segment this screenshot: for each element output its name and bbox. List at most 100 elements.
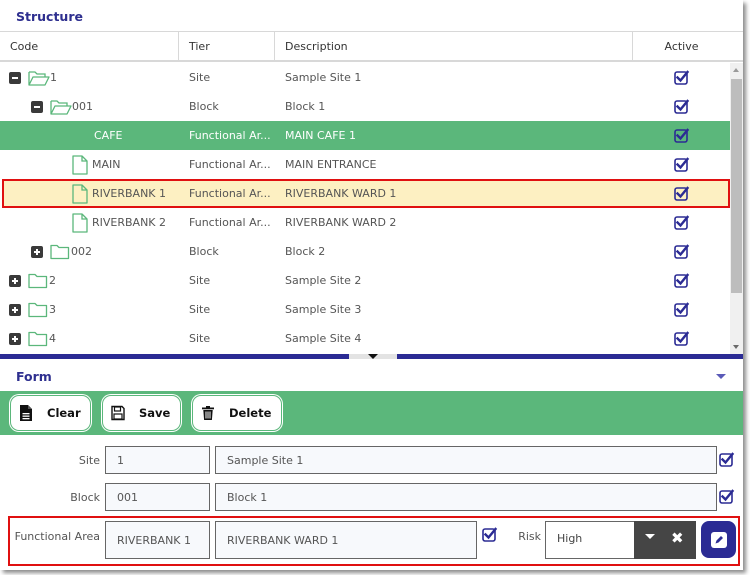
active-checkbox[interactable] <box>673 157 690 172</box>
folder-open-icon <box>50 99 72 115</box>
functional-area-code-input[interactable] <box>105 521 210 559</box>
save-button[interactable]: Save <box>103 396 180 430</box>
collapse-minus-icon[interactable] <box>9 71 21 84</box>
tree-row[interactable]: RIVERBANK 1 Functional Ar... RIVERBANK WAR… <box>2 179 730 208</box>
column-header-tier[interactable]: Tier <box>179 32 275 60</box>
pencil-icon <box>710 531 727 548</box>
scroll-down-arrow-icon[interactable] <box>733 345 739 349</box>
active-checkbox[interactable] <box>673 331 690 346</box>
grid-header: Code Tier Description Active <box>0 31 743 62</box>
block-description-input[interactable] <box>215 483 717 511</box>
cell-description: Block 1 <box>285 100 326 113</box>
tree-row[interactable]: 001 Block Block 1 <box>0 92 730 121</box>
structure-form-window: Structure Code Tier Description Active 1… <box>0 0 743 570</box>
block-code-input[interactable] <box>105 483 210 511</box>
cell-active <box>633 215 730 230</box>
active-checkbox[interactable] <box>673 273 690 288</box>
tree-row[interactable]: MAIN Functional Ar... MAIN ENTRANCE <box>0 150 730 179</box>
cell-tier: Site <box>189 303 211 316</box>
code-text: 1 <box>50 71 57 84</box>
scrollbar-thumb[interactable] <box>731 79 742 293</box>
risk-dropdown-caret-icon[interactable] <box>645 534 655 539</box>
active-checkbox[interactable] <box>673 302 690 317</box>
expand-plus-icon[interactable] <box>31 245 43 258</box>
document-icon <box>19 405 33 421</box>
floppy-disk-icon <box>111 405 125 421</box>
cell-active <box>633 157 730 172</box>
site-active-checkbox[interactable] <box>719 452 735 467</box>
active-checkbox[interactable] <box>673 244 690 259</box>
cell-description: Sample Site 2 <box>285 274 362 287</box>
cell-code: CAFE <box>0 121 179 150</box>
panel-splitter[interactable] <box>0 354 743 359</box>
cell-code: 1 <box>0 63 179 92</box>
risk-select-buttons: ✖ <box>634 521 696 559</box>
functional-area-description-input[interactable] <box>215 521 477 559</box>
cell-description: MAIN CAFE 1 <box>285 129 356 142</box>
folder-icon <box>28 273 48 289</box>
column-header-code[interactable]: Code <box>0 32 179 60</box>
risk-edit-button[interactable] <box>701 521 736 558</box>
delete-button-label: Delete <box>229 406 272 420</box>
tree-row[interactable]: CAFE Functional Ar... MAIN CAFE 1 <box>0 121 730 150</box>
cell-code: RIVERBANK 1 <box>0 179 179 208</box>
active-checkbox[interactable] <box>673 99 690 114</box>
code-text: 2 <box>49 274 56 287</box>
code-text: RIVERBANK 1 <box>92 187 167 200</box>
cell-description: MAIN ENTRANCE <box>285 158 377 171</box>
site-label: Site <box>78 454 100 467</box>
tree-row[interactable]: 002 Block Block 2 <box>0 237 730 266</box>
clear-button[interactable]: Clear <box>11 396 90 430</box>
expand-plus-icon[interactable] <box>9 274 21 287</box>
code-text: 002 <box>71 245 92 258</box>
form-title: Form <box>16 369 52 384</box>
code-text: RIVERBANK 2 <box>92 216 167 229</box>
structure-tree-grid: 1 Site Sample Site 1 001 Block Block 1 CAFE Fun… <box>0 63 730 354</box>
active-checkbox[interactable] <box>673 215 690 230</box>
risk-select[interactable]: High ✖ <box>545 521 696 559</box>
block-label: Block <box>70 491 100 504</box>
active-checkbox[interactable] <box>673 186 690 201</box>
scroll-up-arrow-icon[interactable] <box>733 68 739 72</box>
cell-tier: Functional Ar... <box>189 187 271 200</box>
tree-row[interactable]: 2 Site Sample Site 2 <box>0 266 730 295</box>
form-collapse-caret-icon[interactable] <box>716 374 726 379</box>
file-icon <box>72 183 88 204</box>
grid-scrollbar[interactable] <box>730 63 743 354</box>
site-description-input[interactable] <box>215 446 717 474</box>
splitter-grip-icon[interactable] <box>349 354 397 359</box>
delete-button[interactable]: Delete <box>193 396 281 430</box>
collapse-minus-icon[interactable] <box>31 100 43 113</box>
cell-active <box>633 99 730 114</box>
code-text: CAFE <box>94 129 123 142</box>
cell-tier: Site <box>189 332 211 345</box>
cell-active <box>633 186 730 201</box>
functional-area-active-checkbox[interactable] <box>482 527 498 542</box>
cell-tier: Site <box>189 274 211 287</box>
folder-icon <box>50 244 70 260</box>
block-active-checkbox[interactable] <box>719 489 735 504</box>
active-checkbox[interactable] <box>673 70 690 85</box>
column-header-active[interactable]: Active <box>633 32 730 60</box>
clear-button-label: Clear <box>47 406 81 420</box>
cell-description: RIVERBANK WARD 2 <box>285 216 397 229</box>
column-header-description[interactable]: Description <box>275 32 633 60</box>
risk-clear-icon[interactable]: ✖ <box>671 529 684 547</box>
cell-tier: Functional Ar... <box>189 216 271 229</box>
expand-plus-icon[interactable] <box>9 303 21 316</box>
folder-open-icon <box>28 70 50 86</box>
active-checkbox[interactable] <box>673 128 690 143</box>
tree-row[interactable]: 4 Site Sample Site 4 <box>0 324 730 353</box>
tree-row[interactable]: 3 Site Sample Site 3 <box>0 295 730 324</box>
risk-select-value[interactable]: High <box>545 521 634 559</box>
code-text: 001 <box>72 100 93 113</box>
tree-row[interactable]: RIVERBANK 2 Functional Ar... RIVERBANK WAR… <box>0 208 730 237</box>
expand-plus-icon[interactable] <box>9 332 21 345</box>
site-code-input[interactable] <box>105 446 210 474</box>
tree-row[interactable]: 1 Site Sample Site 1 <box>0 63 730 92</box>
risk-label: Risk <box>518 530 541 543</box>
structure-title: Structure <box>16 9 83 24</box>
trash-icon <box>201 405 215 421</box>
save-button-label: Save <box>139 406 171 420</box>
cell-tier: Functional Ar... <box>189 129 271 142</box>
